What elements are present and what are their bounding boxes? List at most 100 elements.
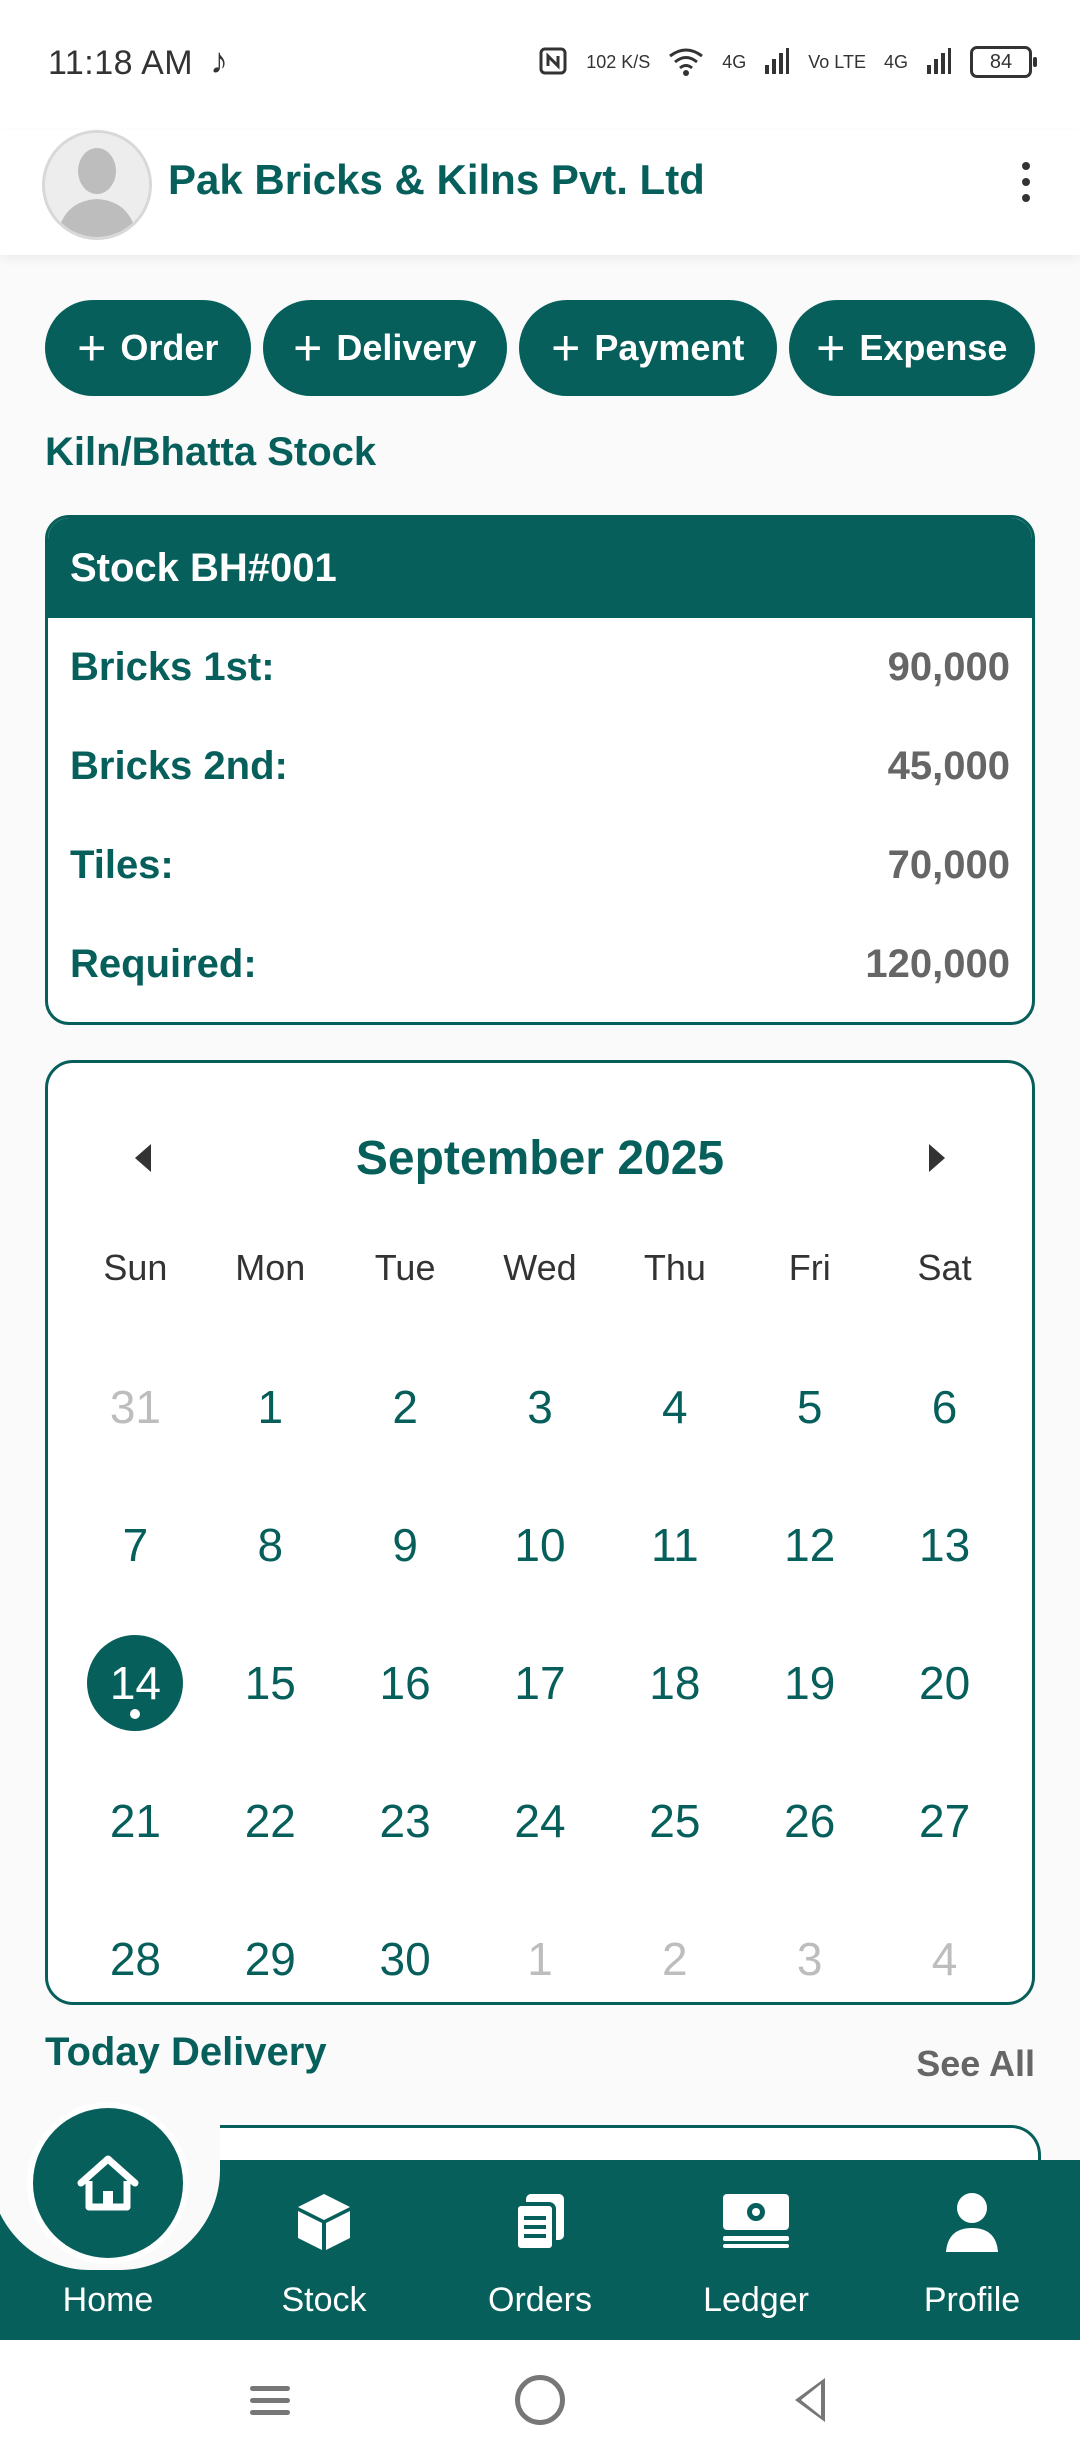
add-delivery-button[interactable]: + Delivery	[262, 300, 508, 396]
stock-section-title: Kiln/Bhatta Stock	[45, 430, 377, 474]
stock-row: Bricks 2nd: 45,000	[48, 717, 1032, 816]
calendar-day[interactable]: 15	[203, 1614, 338, 1752]
calendar-day-number: 20	[918, 1657, 971, 1709]
calendar-day[interactable]: 29	[203, 1890, 338, 2028]
calendar-month-title: September 2025	[355, 1132, 725, 1185]
back-icon[interactable]	[780, 2370, 840, 2430]
recent-apps-icon[interactable]	[240, 2370, 300, 2430]
add-expense-label: Expense	[859, 327, 1008, 368]
calendar-day[interactable]: 4	[877, 1890, 1012, 2028]
calendar-day[interactable]: 2	[338, 1338, 473, 1476]
calendar-day-number: 18	[649, 1657, 701, 1709]
calendar-day[interactable]: 7	[68, 1476, 203, 1614]
stock-card-title: Stock BH#001	[48, 518, 1032, 618]
nav-stock[interactable]: Stock	[234, 2180, 414, 2320]
home-system-icon[interactable]	[510, 2370, 570, 2430]
calendar-day[interactable]: 31	[68, 1338, 203, 1476]
calendar-day-selected[interactable]: 14	[68, 1614, 203, 1752]
plus-icon: +	[293, 320, 323, 376]
wifi-icon	[668, 46, 704, 79]
signal-icon-1	[764, 47, 790, 78]
calendar-day[interactable]: 5	[742, 1338, 877, 1476]
stock-value: 90,000	[887, 645, 1010, 689]
nav-orders[interactable]: Orders	[450, 2180, 630, 2320]
calendar-day-number: 21	[109, 1795, 161, 1847]
calendar-day[interactable]: 4	[607, 1338, 742, 1476]
calendar-day-number: 11	[650, 1519, 699, 1571]
calendar-day[interactable]: 26	[742, 1752, 877, 1890]
calendar-day[interactable]: 24	[473, 1752, 608, 1890]
calendar-day-number: 1	[257, 1381, 284, 1433]
calendar-day[interactable]: 6	[877, 1338, 1012, 1476]
calendar-day[interactable]: 28	[68, 1890, 203, 2028]
calendar-day[interactable]: 8	[203, 1476, 338, 1614]
status-time: 11:18 AM	[48, 44, 194, 82]
calendar-day-number: 19	[784, 1657, 836, 1709]
next-month-button[interactable]	[902, 1123, 972, 1193]
nav-home[interactable]: Home	[18, 2180, 198, 2320]
add-delivery-label: Delivery	[336, 327, 477, 368]
calendar-day-number: 23	[379, 1795, 431, 1847]
calendar-day[interactable]: 27	[877, 1752, 1012, 1890]
calendar-day[interactable]: 1	[203, 1338, 338, 1476]
stock-card[interactable]: Stock BH#001 Bricks 1st: 90,000 Bricks 2…	[45, 515, 1035, 1025]
today-delivery-title: Today Delivery	[45, 2030, 327, 2074]
calendar-header: September 2025	[48, 1123, 1032, 1193]
calendar-day[interactable]: 21	[68, 1752, 203, 1890]
calendar-day[interactable]: 30	[338, 1890, 473, 2028]
nav-profile[interactable]: Profile	[882, 2180, 1062, 2320]
box-icon	[292, 2190, 356, 2259]
calendar-day[interactable]: 23	[338, 1752, 473, 1890]
calendar-day[interactable]: 9	[338, 1476, 473, 1614]
calendar-day[interactable]: 22	[203, 1752, 338, 1890]
orders-icon	[510, 2190, 570, 2259]
calendar-day[interactable]: 10	[473, 1476, 608, 1614]
plus-icon: +	[551, 320, 581, 376]
weekday-label: Thu	[643, 1247, 706, 1288]
calendar-day[interactable]: 1	[473, 1890, 608, 2028]
add-expense-button[interactable]: + Expense	[788, 300, 1035, 396]
calendar-day[interactable]: 25	[607, 1752, 742, 1890]
weekday-label: Sun	[103, 1247, 168, 1288]
calendar-day[interactable]: 19	[742, 1614, 877, 1752]
avatar[interactable]	[42, 130, 152, 240]
volte-label: Vo LTE	[808, 52, 866, 72]
stock-label: Bricks 2nd:	[70, 744, 288, 788]
stock-row: Tiles: 70,000	[48, 816, 1032, 915]
see-all-link[interactable]: See All	[916, 2043, 1035, 2085]
calendar-day-number: 4	[662, 1381, 688, 1433]
tiktok-icon: ♪	[210, 40, 228, 81]
calendar-day-number: 22	[244, 1795, 296, 1847]
calendar-day-number: 10	[514, 1519, 566, 1571]
calendar-day[interactable]: 12	[742, 1476, 877, 1614]
calendar-day[interactable]: 13	[877, 1476, 1012, 1614]
calendar-day-number: 9	[392, 1519, 418, 1571]
calendar-day[interactable]: 3	[473, 1338, 608, 1476]
weekday-row: Sun Mon Tue Wed Thu Fri Sat	[68, 1238, 1012, 1298]
add-order-button[interactable]: + Order	[45, 300, 251, 396]
add-order-label: Order	[120, 327, 219, 368]
nav-ledger[interactable]: Ledger	[666, 2180, 846, 2320]
calendar-day-number: 2	[392, 1381, 418, 1433]
calendar-day[interactable]: 16	[338, 1614, 473, 1752]
calendar-day[interactable]: 20	[877, 1614, 1012, 1752]
stock-label: Required:	[70, 942, 257, 986]
calendar-day[interactable]: 17	[473, 1614, 608, 1752]
add-payment-button[interactable]: + Payment	[519, 300, 777, 396]
calendar-day[interactable]: 3	[742, 1890, 877, 2028]
app-bar: Pak Bricks & Kilns Pvt. Ltd	[0, 130, 1080, 255]
calendar-day[interactable]: 2	[607, 1890, 742, 2028]
nav-label-profile: Profile	[923, 2281, 1021, 2319]
calendar-day-number: 3	[796, 1933, 823, 1985]
weekday-label: Mon	[235, 1247, 306, 1288]
calendar-day-number: 13	[918, 1519, 971, 1571]
calendar-day-number: 12	[784, 1519, 836, 1571]
stock-label: Bricks 1st:	[70, 645, 275, 689]
calendar-day[interactable]: 18	[607, 1614, 742, 1752]
calendar-day[interactable]: 11	[607, 1476, 742, 1614]
calendar-day-number: 4	[931, 1933, 958, 1985]
calendar-day-number: 16	[379, 1657, 431, 1709]
battery-level: 84	[989, 50, 1013, 73]
more-options-icon[interactable]	[996, 152, 1056, 212]
selected-day-circle: 14	[87, 1635, 184, 1731]
